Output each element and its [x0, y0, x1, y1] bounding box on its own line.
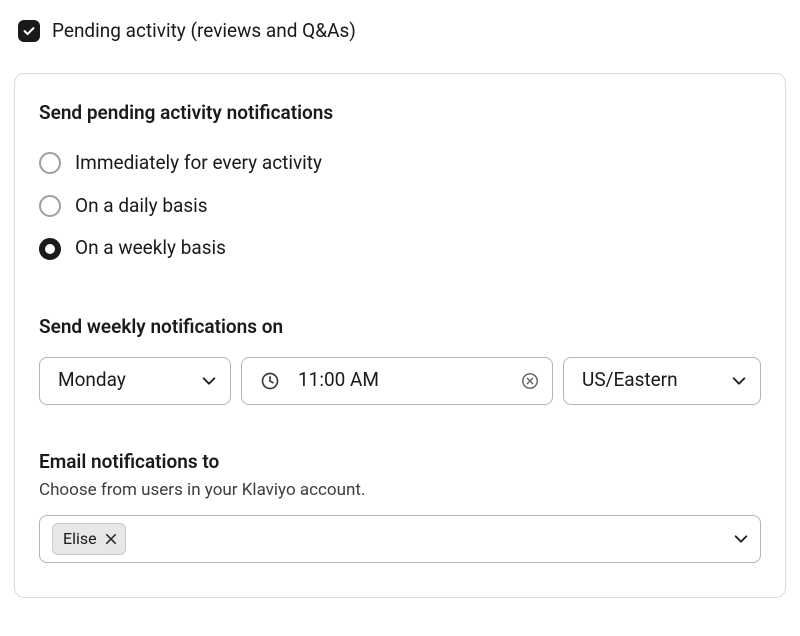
pending-activity-label: Pending activity (reviews and Q&As): [52, 18, 356, 45]
close-circle-icon: [521, 372, 539, 390]
timezone-select[interactable]: US/Eastern: [563, 357, 761, 405]
frequency-option-label: On a daily basis: [75, 193, 208, 220]
chevron-down-icon: [200, 372, 218, 390]
chevron-down-icon: [730, 372, 748, 390]
email-to-helper: Choose from users in your Klaviyo accoun…: [39, 479, 761, 503]
frequency-heading: Send pending activity notifications: [39, 100, 761, 127]
pending-activity-checkbox-row: Pending activity (reviews and Q&As): [14, 18, 786, 45]
close-icon: [105, 533, 117, 545]
radio-icon: [39, 195, 61, 217]
radio-icon: [39, 152, 61, 174]
email-recipients-select[interactable]: Elise: [39, 515, 761, 563]
frequency-option-immediately[interactable]: Immediately for every activity: [39, 142, 761, 185]
schedule-section: Send weekly notifications on Monday 11:0…: [39, 314, 761, 405]
clear-time-button[interactable]: [520, 371, 540, 391]
time-input[interactable]: 11:00 AM: [241, 357, 553, 405]
frequency-option-label: Immediately for every activity: [75, 150, 322, 177]
schedule-heading: Send weekly notifications on: [39, 314, 761, 341]
recipient-chip-label: Elise: [63, 528, 97, 550]
frequency-option-label: On a weekly basis: [75, 235, 226, 262]
chip-remove-button[interactable]: [105, 533, 117, 545]
pending-activity-checkbox[interactable]: [18, 20, 40, 42]
notification-settings-card: Send pending activity notifications Imme…: [14, 73, 786, 598]
clock-icon: [260, 371, 280, 391]
frequency-radio-group: Immediately for every activity On a dail…: [39, 142, 761, 270]
email-to-heading: Email notifications to: [39, 449, 761, 476]
frequency-option-weekly[interactable]: On a weekly basis: [39, 227, 761, 270]
day-select-value: Monday: [58, 367, 126, 394]
time-input-value: 11:00 AM: [298, 367, 379, 394]
day-select[interactable]: Monday: [39, 357, 231, 405]
radio-icon: [39, 238, 61, 260]
recipient-chips: Elise: [52, 523, 126, 555]
check-icon: [22, 24, 36, 38]
schedule-row: Monday 11:00 AM: [39, 357, 761, 405]
chevron-down-icon: [732, 530, 750, 548]
email-to-section: Email notifications to Choose from users…: [39, 449, 761, 563]
frequency-option-daily[interactable]: On a daily basis: [39, 185, 761, 228]
recipient-chip: Elise: [52, 523, 126, 555]
timezone-select-value: US/Eastern: [582, 367, 678, 394]
